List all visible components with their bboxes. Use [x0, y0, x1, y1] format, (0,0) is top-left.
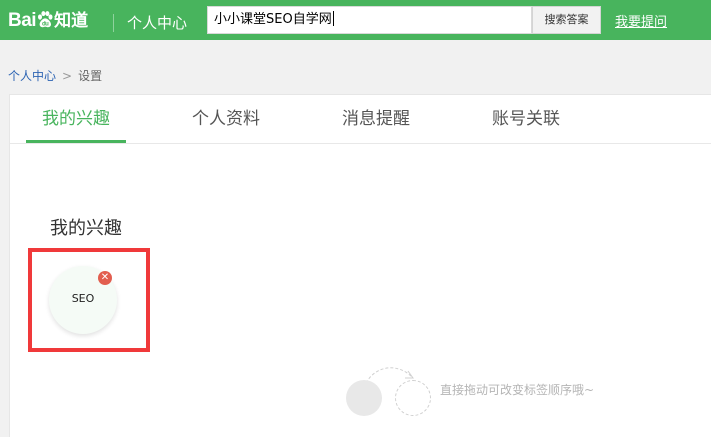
baidu-zhidao-logo[interactable]: Bai du 知道: [8, 11, 88, 31]
tab-account-linking[interactable]: 账号关联: [476, 95, 576, 143]
header-divider: [113, 14, 114, 32]
top-navbar: Bai du 知道 个人中心 小小课堂SEO自学网 搜索答案 我要提问: [0, 0, 711, 40]
paw-icon: du: [38, 11, 53, 28]
settings-panel: 我的兴趣 个人资料 消息提醒 账号关联 我的兴趣 SEO ✕ 直接拖动可改变标签…: [9, 94, 711, 437]
tab-my-interests[interactable]: 我的兴趣: [26, 95, 126, 143]
text-caret: [332, 11, 334, 26]
tab-personal-info[interactable]: 个人资料: [176, 95, 276, 143]
tab-message-alerts[interactable]: 消息提醒: [326, 95, 426, 143]
breadcrumb: 个人中心 > 设置: [8, 68, 102, 84]
close-icon[interactable]: ✕: [98, 271, 112, 285]
search-answers-button[interactable]: 搜索答案: [532, 6, 601, 34]
drag-hint-text: 直接拖动可改变标签顺序哦~: [440, 383, 595, 397]
ask-question-link[interactable]: 我要提问: [615, 14, 667, 32]
personal-center-title[interactable]: 个人中心: [127, 14, 187, 32]
interest-tag-label: SEO: [71, 292, 95, 305]
drag-hint-source-circle: [346, 380, 382, 416]
drag-hint-target-circle: [395, 380, 431, 416]
logo-zhidao-text: 知道: [54, 11, 89, 30]
search-input[interactable]: 小小课堂SEO自学网: [207, 6, 532, 34]
breadcrumb-current: 设置: [78, 69, 103, 83]
breadcrumb-personal-center[interactable]: 个人中心: [8, 69, 56, 83]
svg-text:du: du: [42, 22, 49, 28]
search-input-value: 小小课堂SEO自学网: [214, 12, 332, 27]
breadcrumb-separator: >: [62, 69, 73, 83]
logo-bai-text: Bai: [8, 10, 37, 31]
settings-tabs: 我的兴趣 个人资料 消息提醒 账号关联: [10, 95, 711, 144]
active-tab-indicator: [26, 140, 126, 143]
interests-section-title: 我的兴趣: [50, 218, 122, 239]
